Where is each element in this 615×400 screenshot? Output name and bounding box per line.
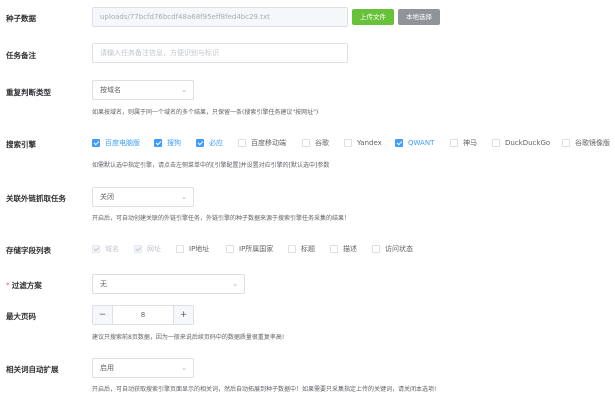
check-icon	[92, 245, 100, 253]
external-value: 关闭	[100, 193, 114, 201]
engine-checkbox-yandex[interactable]: Yandex	[344, 137, 382, 149]
fields-label: 存储字段列表	[6, 246, 51, 255]
engine-checkbox-shenma[interactable]: 神马	[450, 137, 477, 149]
chevron-down-icon: ⌄	[181, 86, 187, 94]
engine-label: 搜狗	[167, 139, 181, 147]
engine-label: 谷歌	[315, 139, 329, 147]
check-icon	[395, 139, 403, 147]
max-pages-help: 建议只搜索前8页数据，因为一般来说后续页码中的数据质量很重复率高!	[92, 334, 285, 341]
upload-file-button[interactable]: 上传文件	[352, 9, 394, 25]
engine-label: DuckDuckGo	[505, 139, 551, 147]
check-icon	[92, 139, 100, 147]
seed-label: 种子数据	[6, 14, 36, 23]
checkbox-icon	[176, 245, 184, 253]
checkbox-icon	[450, 139, 458, 147]
checkbox-icon	[330, 245, 338, 253]
field-checkbox-status[interactable]: 访问状态	[372, 243, 413, 255]
repeat-type-label: 重复判断类型	[6, 88, 51, 97]
auto-expand-select[interactable]: 启用 ⌄	[92, 358, 194, 378]
field-checkbox-ip-country[interactable]: IP所属国家	[226, 243, 273, 255]
external-help: 开启后，可自动创建关联的外链引擎任务，外链引擎的种子数据来源于搜索引擎任务采集的…	[92, 215, 351, 222]
checkbox-icon	[238, 139, 246, 147]
engine-checkbox-baidu-mobile[interactable]: 百度移动端	[238, 137, 286, 149]
checkbox-icon	[302, 139, 310, 147]
filter-value: 无	[100, 280, 107, 288]
field-label: 描述	[343, 245, 357, 253]
filter-select[interactable]: 无 ⌄	[92, 274, 245, 294]
engine-checkbox-qwant[interactable]: QWANT	[395, 137, 434, 149]
field-checkbox-url: 网址	[134, 243, 161, 255]
max-pages-label: 最大页码	[6, 312, 36, 321]
seed-path-input[interactable]: uploads/77bcfd76bcdf48a68f95eff8fed4bc29…	[92, 7, 348, 27]
filter-label-text: 过滤方案	[11, 281, 42, 290]
chevron-down-icon: ⌄	[181, 193, 187, 201]
field-checkbox-domain: 域名	[92, 243, 119, 255]
chevron-down-icon: ⌄	[181, 364, 187, 372]
remark-label: 任务备注	[6, 51, 36, 60]
engines-help: 如需默认选中指定引擎，请点击左侧菜单中的[引擎配置]并设置对应引擎的[默认选中]…	[92, 162, 330, 169]
checkbox-icon	[372, 245, 380, 253]
check-icon	[154, 139, 162, 147]
engine-label: 百度电脑版	[105, 139, 140, 147]
max-pages-stepper: − 8 +	[92, 305, 194, 325]
checkbox-icon	[226, 245, 234, 253]
field-checkbox-title[interactable]: 标题	[288, 243, 315, 255]
field-label: IP所属国家	[239, 245, 274, 253]
check-icon	[134, 245, 142, 253]
auto-expand-label: 相关词自动扩展	[6, 365, 59, 374]
chevron-down-icon: ⌄	[232, 280, 238, 288]
filter-label: * 过滤方案	[6, 280, 42, 291]
engine-label: 神马	[463, 139, 477, 147]
field-label: 标题	[301, 245, 315, 253]
decrement-button[interactable]: −	[93, 306, 113, 324]
engine-label: 谷歌镜像版	[575, 139, 610, 147]
checkbox-icon	[492, 139, 500, 147]
engine-checkbox-bing[interactable]: 必应	[196, 137, 223, 149]
external-label: 关联外链抓取任务	[6, 194, 66, 203]
engine-label: 必应	[209, 139, 223, 147]
field-label: 域名	[105, 245, 119, 253]
local-select-button[interactable]: 本地选择	[398, 9, 440, 25]
engines-label: 搜索引擎	[6, 140, 36, 149]
check-icon	[196, 139, 204, 147]
checkbox-icon	[562, 139, 570, 147]
engine-checkbox-sogou[interactable]: 搜狗	[154, 137, 181, 149]
checkbox-icon	[344, 139, 352, 147]
remark-input[interactable]: 请输入任务备注信息，方便识别与标识	[92, 43, 348, 63]
engine-label: QWANT	[408, 139, 435, 147]
repeat-type-select[interactable]: 按域名 ⌄	[92, 80, 194, 100]
engine-checkbox-google-mirror[interactable]: 谷歌镜像版	[562, 137, 610, 149]
repeat-type-value: 按域名	[100, 86, 121, 94]
auto-expand-value: 启用	[100, 364, 114, 372]
engine-label: 百度移动端	[251, 139, 286, 147]
field-label: 访问状态	[385, 245, 413, 253]
field-checkbox-description[interactable]: 描述	[330, 243, 357, 255]
auto-expand-help: 开启后，可自动获取搜索引擎页面显示的相关词，然后自动拓展到种子数据中！如果需要只…	[92, 386, 437, 393]
engine-checkbox-duckduckgo[interactable]: DuckDuckGo	[492, 137, 550, 149]
field-label: 网址	[147, 245, 161, 253]
checkbox-icon	[288, 245, 296, 253]
repeat-type-help: 如果按域名，则属于同一个域名的多个结果，只保留一条(搜索引擎任务建议"按网址")	[92, 109, 319, 116]
engine-checkbox-google[interactable]: 谷歌	[302, 137, 329, 149]
field-label: IP地址	[189, 245, 210, 253]
engine-label: Yandex	[357, 139, 382, 147]
external-select[interactable]: 关闭 ⌄	[92, 187, 194, 207]
required-mark: *	[6, 281, 10, 290]
max-pages-value[interactable]: 8	[113, 306, 173, 324]
field-checkbox-ip[interactable]: IP地址	[176, 243, 209, 255]
increment-button[interactable]: +	[173, 306, 193, 324]
engine-checkbox-baidu-pc[interactable]: 百度电脑版	[92, 137, 140, 149]
